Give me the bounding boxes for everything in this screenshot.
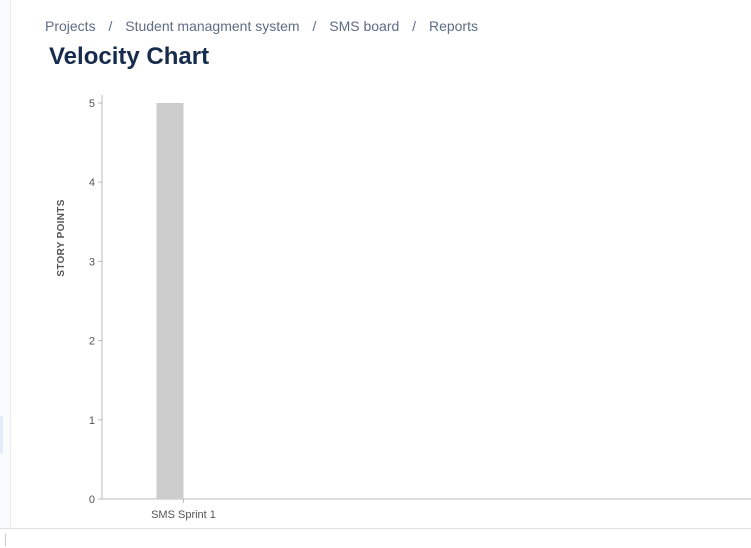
y-axis-label: STORY POINTS	[56, 199, 67, 276]
report-page: Projects / Student managment system / SM…	[0, 0, 751, 548]
velocity-chart-container: 0 1 2 3 4 5 STORY POINTS SMS Sprint 1	[0, 0, 751, 548]
y-tick-label: 5	[89, 98, 95, 110]
bottom-bar	[0, 528, 751, 548]
y-tick-label: 0	[89, 494, 95, 506]
y-tick-label: 3	[89, 256, 95, 268]
bar	[156, 103, 184, 499]
x-tick-label: SMS Sprint 1	[151, 509, 216, 521]
velocity-chart: 0 1 2 3 4 5 STORY POINTS SMS Sprint 1	[56, 95, 751, 521]
y-tick-label: 2	[89, 336, 95, 348]
bottom-divider	[5, 534, 6, 546]
y-tick-label: 4	[89, 177, 95, 189]
y-tick-label: 1	[89, 415, 95, 427]
